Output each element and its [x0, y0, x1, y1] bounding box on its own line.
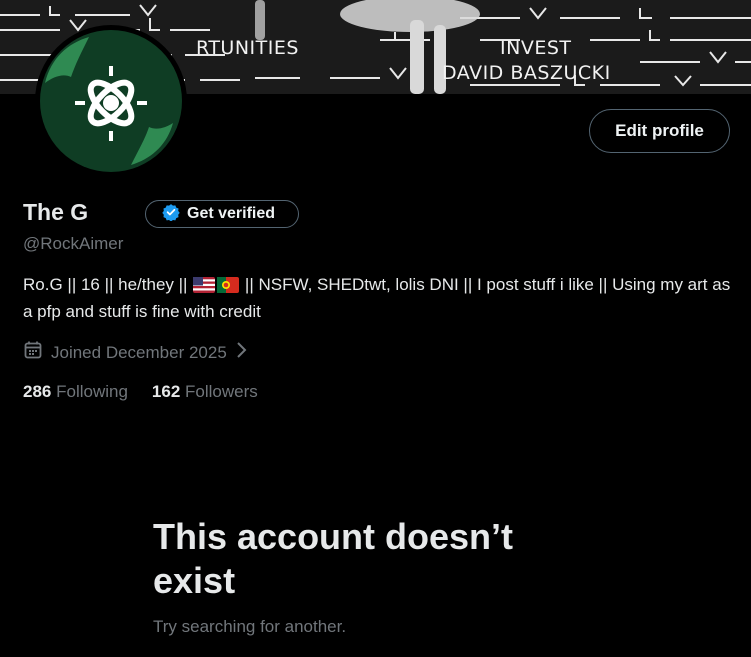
joined-label: Joined December 2025	[51, 342, 227, 362]
following-count: 286	[23, 382, 52, 401]
followers-count: 162	[151, 382, 181, 401]
bio-text-start: Ro.G || 16 || he/they ||	[23, 275, 193, 294]
joined-date[interactable]: Joined December 2025	[23, 340, 247, 365]
followers-link[interactable]: 162 Followers	[152, 382, 258, 402]
banner-text-invest: INVEST	[500, 37, 572, 59]
us-flag-icon	[193, 276, 216, 300]
banner-text-opportunities: RTUNITIES	[196, 37, 299, 59]
following-label: Following	[56, 382, 128, 401]
bio: Ro.G || 16 || he/they || || NSFW, SHEDtw…	[23, 273, 733, 324]
banner-text-name: DAVID BASZUCKI	[442, 62, 611, 84]
edit-profile-button[interactable]: Edit profile	[589, 109, 730, 153]
avatar[interactable]	[23, 23, 199, 180]
get-verified-label: Get verified	[187, 205, 276, 222]
following-link[interactable]: 286 Following	[23, 382, 128, 402]
followers-label: Followers	[185, 382, 258, 401]
chevron-right-icon	[235, 341, 247, 364]
follow-stats: 286 Following 162 Followers	[23, 382, 258, 402]
empty-state-subtitle: Try searching for another.	[153, 617, 347, 636]
portugal-flag-icon	[217, 276, 240, 300]
get-verified-button[interactable]: Get verified	[145, 200, 299, 228]
handle: @RockAimer	[23, 234, 124, 253]
verified-badge-icon	[162, 203, 180, 226]
calendar-icon	[23, 340, 43, 365]
display-name: The G	[23, 199, 89, 225]
empty-state-title: This account doesn’t exist	[153, 516, 514, 601]
